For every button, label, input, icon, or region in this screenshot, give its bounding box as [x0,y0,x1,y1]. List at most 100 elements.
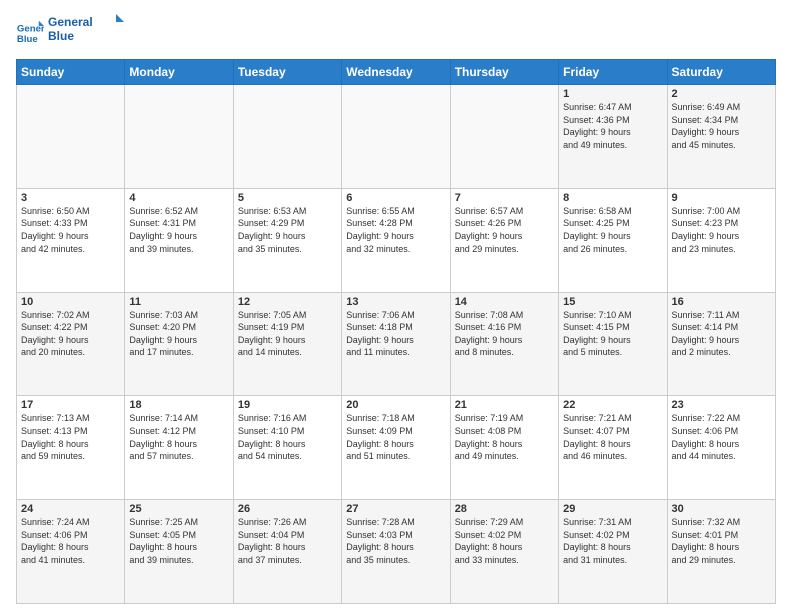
calendar-cell: 10Sunrise: 7:02 AM Sunset: 4:22 PM Dayli… [17,292,125,396]
calendar-cell: 8Sunrise: 6:58 AM Sunset: 4:25 PM Daylig… [559,188,667,292]
day-number: 2 [672,88,771,100]
calendar-cell: 18Sunrise: 7:14 AM Sunset: 4:12 PM Dayli… [125,396,233,500]
calendar-cell: 11Sunrise: 7:03 AM Sunset: 4:20 PM Dayli… [125,292,233,396]
day-number: 15 [563,296,662,308]
day-info: Sunrise: 7:00 AM Sunset: 4:23 PM Dayligh… [672,205,771,255]
day-info: Sunrise: 7:25 AM Sunset: 4:05 PM Dayligh… [129,516,228,566]
day-info: Sunrise: 6:57 AM Sunset: 4:26 PM Dayligh… [455,205,554,255]
day-info: Sunrise: 7:26 AM Sunset: 4:04 PM Dayligh… [238,516,337,566]
logo-icon: General Blue [16,19,44,47]
calendar-cell: 28Sunrise: 7:29 AM Sunset: 4:02 PM Dayli… [450,500,558,604]
day-info: Sunrise: 7:29 AM Sunset: 4:02 PM Dayligh… [455,516,554,566]
calendar-cell: 20Sunrise: 7:18 AM Sunset: 4:09 PM Dayli… [342,396,450,500]
day-number: 21 [455,399,554,411]
header: General Blue General Blue [16,12,776,53]
day-number: 6 [346,192,445,204]
calendar-cell: 29Sunrise: 7:31 AM Sunset: 4:02 PM Dayli… [559,500,667,604]
calendar-cell: 21Sunrise: 7:19 AM Sunset: 4:08 PM Dayli… [450,396,558,500]
calendar-cell: 5Sunrise: 6:53 AM Sunset: 4:29 PM Daylig… [233,188,341,292]
day-info: Sunrise: 7:02 AM Sunset: 4:22 PM Dayligh… [21,309,120,359]
calendar-cell [125,85,233,189]
svg-text:General: General [48,15,93,29]
day-number: 10 [21,296,120,308]
day-number: 24 [21,503,120,515]
calendar-cell: 30Sunrise: 7:32 AM Sunset: 4:01 PM Dayli… [667,500,775,604]
day-number: 1 [563,88,662,100]
day-info: Sunrise: 6:58 AM Sunset: 4:25 PM Dayligh… [563,205,662,255]
day-number: 9 [672,192,771,204]
day-number: 16 [672,296,771,308]
day-info: Sunrise: 7:21 AM Sunset: 4:07 PM Dayligh… [563,412,662,462]
calendar-cell: 9Sunrise: 7:00 AM Sunset: 4:23 PM Daylig… [667,188,775,292]
calendar-cell: 13Sunrise: 7:06 AM Sunset: 4:18 PM Dayli… [342,292,450,396]
calendar-week-5: 24Sunrise: 7:24 AM Sunset: 4:06 PM Dayli… [17,500,776,604]
calendar-week-4: 17Sunrise: 7:13 AM Sunset: 4:13 PM Dayli… [17,396,776,500]
logo-svg: General Blue [48,12,128,48]
calendar-header-friday: Friday [559,60,667,85]
calendar-cell: 19Sunrise: 7:16 AM Sunset: 4:10 PM Dayli… [233,396,341,500]
calendar-cell: 6Sunrise: 6:55 AM Sunset: 4:28 PM Daylig… [342,188,450,292]
day-number: 19 [238,399,337,411]
day-info: Sunrise: 6:55 AM Sunset: 4:28 PM Dayligh… [346,205,445,255]
day-number: 5 [238,192,337,204]
day-number: 28 [455,503,554,515]
calendar-header-wednesday: Wednesday [342,60,450,85]
calendar-cell: 25Sunrise: 7:25 AM Sunset: 4:05 PM Dayli… [125,500,233,604]
day-info: Sunrise: 7:11 AM Sunset: 4:14 PM Dayligh… [672,309,771,359]
day-number: 27 [346,503,445,515]
day-number: 11 [129,296,228,308]
day-number: 7 [455,192,554,204]
day-number: 29 [563,503,662,515]
calendar-header-monday: Monday [125,60,233,85]
calendar-cell: 15Sunrise: 7:10 AM Sunset: 4:15 PM Dayli… [559,292,667,396]
calendar-header-row: SundayMondayTuesdayWednesdayThursdayFrid… [17,60,776,85]
day-info: Sunrise: 7:06 AM Sunset: 4:18 PM Dayligh… [346,309,445,359]
svg-text:Blue: Blue [48,29,74,43]
day-number: 23 [672,399,771,411]
day-info: Sunrise: 6:53 AM Sunset: 4:29 PM Dayligh… [238,205,337,255]
day-number: 13 [346,296,445,308]
calendar-cell [17,85,125,189]
day-number: 14 [455,296,554,308]
day-info: Sunrise: 7:16 AM Sunset: 4:10 PM Dayligh… [238,412,337,462]
day-number: 20 [346,399,445,411]
day-info: Sunrise: 7:31 AM Sunset: 4:02 PM Dayligh… [563,516,662,566]
calendar-cell [342,85,450,189]
day-info: Sunrise: 7:24 AM Sunset: 4:06 PM Dayligh… [21,516,120,566]
day-number: 17 [21,399,120,411]
day-info: Sunrise: 7:08 AM Sunset: 4:16 PM Dayligh… [455,309,554,359]
day-info: Sunrise: 7:18 AM Sunset: 4:09 PM Dayligh… [346,412,445,462]
calendar-week-3: 10Sunrise: 7:02 AM Sunset: 4:22 PM Dayli… [17,292,776,396]
day-info: Sunrise: 7:28 AM Sunset: 4:03 PM Dayligh… [346,516,445,566]
day-number: 18 [129,399,228,411]
calendar-cell: 26Sunrise: 7:26 AM Sunset: 4:04 PM Dayli… [233,500,341,604]
calendar-week-1: 1Sunrise: 6:47 AM Sunset: 4:36 PM Daylig… [17,85,776,189]
calendar-cell: 12Sunrise: 7:05 AM Sunset: 4:19 PM Dayli… [233,292,341,396]
day-number: 30 [672,503,771,515]
day-info: Sunrise: 7:22 AM Sunset: 4:06 PM Dayligh… [672,412,771,462]
svg-text:Blue: Blue [17,33,38,44]
day-info: Sunrise: 7:05 AM Sunset: 4:19 PM Dayligh… [238,309,337,359]
day-info: Sunrise: 7:13 AM Sunset: 4:13 PM Dayligh… [21,412,120,462]
day-number: 3 [21,192,120,204]
day-number: 22 [563,399,662,411]
calendar-cell: 7Sunrise: 6:57 AM Sunset: 4:26 PM Daylig… [450,188,558,292]
day-info: Sunrise: 7:14 AM Sunset: 4:12 PM Dayligh… [129,412,228,462]
calendar-cell: 2Sunrise: 6:49 AM Sunset: 4:34 PM Daylig… [667,85,775,189]
day-info: Sunrise: 7:32 AM Sunset: 4:01 PM Dayligh… [672,516,771,566]
day-info: Sunrise: 7:03 AM Sunset: 4:20 PM Dayligh… [129,309,228,359]
calendar-cell: 3Sunrise: 6:50 AM Sunset: 4:33 PM Daylig… [17,188,125,292]
day-info: Sunrise: 6:50 AM Sunset: 4:33 PM Dayligh… [21,205,120,255]
calendar-cell: 23Sunrise: 7:22 AM Sunset: 4:06 PM Dayli… [667,396,775,500]
calendar-cell: 17Sunrise: 7:13 AM Sunset: 4:13 PM Dayli… [17,396,125,500]
calendar-cell: 4Sunrise: 6:52 AM Sunset: 4:31 PM Daylig… [125,188,233,292]
day-number: 8 [563,192,662,204]
day-number: 12 [238,296,337,308]
calendar-header-saturday: Saturday [667,60,775,85]
calendar-header-sunday: Sunday [17,60,125,85]
calendar-cell: 24Sunrise: 7:24 AM Sunset: 4:06 PM Dayli… [17,500,125,604]
calendar-cell [233,85,341,189]
calendar-cell: 1Sunrise: 6:47 AM Sunset: 4:36 PM Daylig… [559,85,667,189]
calendar-cell: 22Sunrise: 7:21 AM Sunset: 4:07 PM Dayli… [559,396,667,500]
calendar-cell: 14Sunrise: 7:08 AM Sunset: 4:16 PM Dayli… [450,292,558,396]
